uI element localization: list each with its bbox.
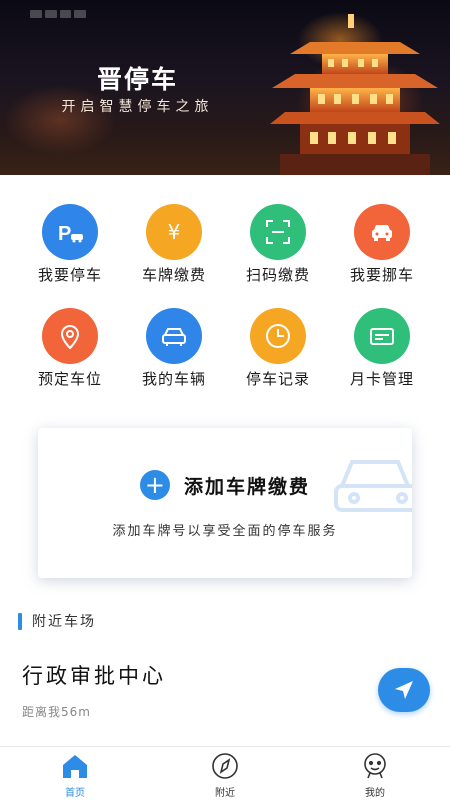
navigation-arrow-icon: [395, 681, 413, 699]
service-label: 扫码缴费: [245, 266, 310, 284]
parking-car-icon: P: [42, 204, 98, 260]
location-pin-icon: [42, 308, 98, 364]
tab-label: 附近: [215, 788, 235, 799]
service-monthly-card[interactable]: 月卡管理: [326, 302, 426, 392]
header-banner: 晋停车 开启智慧停车之旅: [0, 0, 450, 175]
pagoda-illustration: [270, 14, 440, 175]
service-label: 我的车辆: [141, 370, 206, 388]
home-icon: [63, 755, 87, 778]
service-label: 预定车位: [37, 370, 102, 388]
service-label: 我要停车: [37, 266, 102, 284]
svg-text:¥: ¥: [168, 220, 181, 244]
service-label: 车牌缴费: [141, 266, 206, 284]
status-bar-indicator: [30, 10, 86, 18]
car-front-icon: [146, 308, 202, 364]
tab-home[interactable]: 首页: [25, 747, 125, 800]
card-icon: [354, 308, 410, 364]
tab-label: 首页: [65, 788, 85, 799]
svg-text:P: P: [58, 223, 71, 245]
compass-icon: [212, 753, 238, 779]
add-plus-icon[interactable]: +: [139, 470, 170, 500]
move-car-icon: [354, 204, 410, 260]
service-my-vehicles[interactable]: 我的车辆: [118, 302, 218, 392]
add-plate-title[interactable]: 添加车牌缴费: [184, 472, 310, 499]
yuan-icon: ¥: [146, 204, 202, 260]
service-reserve-spot[interactable]: 预定车位: [14, 302, 114, 392]
section-accent-bar: [18, 612, 22, 630]
service-scan-pay[interactable]: 扫码缴费: [222, 198, 322, 288]
add-plate-card[interactable]: + 添加车牌缴费 添加车牌号以享受全面的停车服务: [38, 428, 412, 578]
tab-profile[interactable]: 我的: [325, 747, 425, 800]
parking-lot-distance: 距离我56m: [22, 705, 91, 719]
service-move-car[interactable]: 我要挪车: [326, 198, 426, 288]
nearby-section-header: 附近车场: [18, 612, 96, 630]
app-title: 晋停车: [96, 65, 178, 94]
profile-icon: [364, 753, 386, 779]
tab-label: 我的: [365, 788, 385, 799]
section-title: 附近车场: [32, 614, 96, 630]
add-plate-description: 添加车牌号以享受全面的停车服务: [112, 524, 338, 539]
service-park-car[interactable]: P 我要停车: [14, 198, 114, 288]
parking-lot-name[interactable]: 行政审批中心: [22, 660, 166, 690]
navigate-button[interactable]: [378, 668, 430, 712]
add-plate-row[interactable]: + 添加车牌缴费: [38, 470, 412, 500]
service-label: 我要挪车: [349, 266, 414, 284]
service-label: 月卡管理: [349, 370, 414, 388]
service-parking-records[interactable]: 停车记录: [222, 302, 322, 392]
service-label: 停车记录: [245, 370, 310, 388]
service-plate-pay[interactable]: ¥ 车牌缴费: [118, 198, 218, 288]
service-grid: P 我要停车 ¥ 车牌缴费 扫码缴费 我要挪车 预定车位 我的车辆 停车记录 月…: [0, 198, 450, 393]
tab-nearby[interactable]: 附近: [175, 747, 275, 800]
app-subtitle: 开启智慧停车之旅: [61, 99, 214, 115]
bottom-tab-bar: 首页 附近 我的: [0, 746, 450, 800]
scan-icon: [250, 204, 306, 260]
clock-icon: [250, 308, 306, 364]
